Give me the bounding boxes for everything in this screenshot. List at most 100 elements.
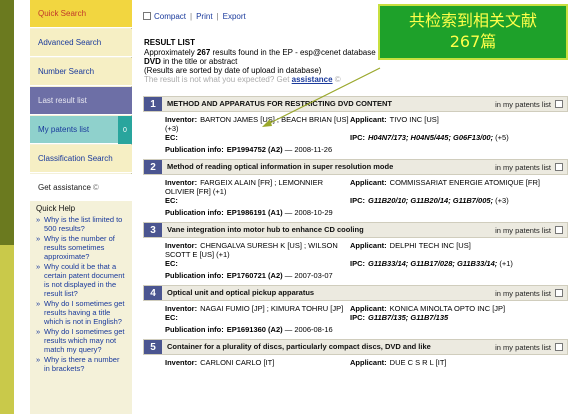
query-term: DVD: [144, 57, 161, 66]
assistance-line: The result is not what you expected? Get…: [144, 75, 341, 84]
in-my-patents-toggle[interactable]: in my patents list: [477, 223, 567, 237]
result-item: 2 Method of reading optical information …: [143, 159, 568, 219]
result-count-line: Approximately 267 results found in the E…: [144, 48, 390, 57]
result-item: 3 Vane integration into motor hub to enh…: [143, 222, 568, 282]
result-header: 3 Vane integration into motor hub to enh…: [143, 222, 568, 238]
result-number: 2: [144, 160, 162, 174]
patent-list-checkbox[interactable]: [555, 163, 563, 171]
quick-help-link[interactable]: Why do I sometimes get results having a …: [36, 299, 126, 326]
result-number: 1: [144, 97, 162, 111]
patent-list-checkbox[interactable]: [555, 289, 563, 297]
assistance-link[interactable]: assistance: [292, 75, 333, 84]
ipc-more: (+5): [495, 133, 509, 142]
result-title-link[interactable]: Container for a plurality of discs, part…: [162, 340, 477, 354]
applicant-value: COMMISSARIAT ENERGIE ATOMIQUE [FR]: [389, 178, 540, 187]
sidebar-item-label: My patents list: [38, 125, 90, 134]
inventor-value: NAGAI FUMIO [JP] ; KIMURA TOHRU [JP]: [200, 304, 344, 313]
result-header: 4 Optical unit and optical pickup appara…: [143, 285, 568, 301]
publication-number: EP1994752: [226, 145, 266, 154]
decorative-strip-lower: [0, 245, 14, 414]
publication-number: EP1691360: [226, 325, 266, 334]
quick-help-link[interactable]: Why is there a number in brackets?: [36, 355, 126, 373]
result-header: 2 Method of reading optical information …: [143, 159, 568, 175]
sidebar-item-label: Quick Search: [38, 9, 87, 18]
in-my-patents-toggle[interactable]: in my patents list: [477, 160, 567, 174]
toolbar-separator: |: [190, 11, 193, 21]
publication-info: Publication info: EP1994752 (A2) — 2008-1…: [165, 145, 333, 154]
sidebar-item-number-search[interactable]: Number Search: [30, 58, 132, 86]
result-number: 4: [144, 286, 162, 300]
publication-info: Publication info: EP1986191 (A1) — 2008-1…: [165, 208, 333, 217]
applicant-value: KONICA MINOLTA OPTO INC [JP]: [389, 304, 506, 313]
result-details: Inventor: CHENGALVA SURESH K [US] ; WILSO…: [143, 238, 568, 282]
publication-number: EP1986191: [226, 208, 266, 217]
callout-line-1: 共检索到相关文献: [408, 11, 537, 30]
sidebar-item-label: Number Search: [38, 67, 95, 76]
result-title-link[interactable]: METHOD AND APPARATUS FOR RESTRICTING DVD…: [162, 97, 477, 111]
sidebar-item-advanced-search[interactable]: Advanced Search: [30, 29, 132, 57]
publication-date: 2008-11-26: [294, 145, 333, 154]
ipc-value[interactable]: G11B33/14; G11B17/028; G11B33/14;: [368, 259, 497, 268]
result-item: 5 Container for a plurality of discs, pa…: [143, 339, 568, 369]
compact-checkbox[interactable]: [143, 12, 151, 20]
main-content: Compact | Print | Export RESULT LIST App…: [140, 0, 569, 414]
sidebar-item-label: Last result list: [38, 96, 87, 105]
quick-help-link[interactable]: Why could it be that a certain patent do…: [36, 262, 126, 298]
result-details: Inventor: CARLONI CARLO [IT] Applicant: DU…: [165, 358, 447, 367]
publication-kind: (A2): [268, 145, 283, 154]
in-my-patents-toggle[interactable]: in my patents list: [477, 340, 567, 354]
help-icon: ©: [334, 75, 341, 84]
publication-date: 2008-10-29: [294, 208, 333, 217]
publication-kind: (A1): [268, 208, 283, 217]
result-header: 5 Container for a plurality of discs, pa…: [143, 339, 568, 355]
query-line: DVD in the title or abstract: [144, 57, 238, 66]
sort-note: (Results are sorted by date of upload in…: [144, 66, 322, 75]
in-my-patents-toggle[interactable]: in my patents list: [477, 97, 567, 111]
result-item: 1 METHOD AND APPARATUS FOR RESTRICTING D…: [143, 96, 568, 156]
print-link[interactable]: Print: [196, 12, 212, 21]
patent-list-checkbox[interactable]: [555, 343, 563, 351]
page-title: RESULT LIST: [144, 38, 195, 47]
result-title-link[interactable]: Optical unit and optical pickup apparatu…: [162, 286, 477, 300]
publication-info: Publication info: EP1691360 (A2) — 2006-0…: [165, 325, 333, 334]
ipc-more: (+3): [495, 196, 509, 205]
publication-kind: (A2): [268, 271, 283, 280]
sidebar-item-classification-search[interactable]: Classification Search: [30, 145, 132, 173]
result-title-link[interactable]: Vane integration into motor hub to enhan…: [162, 223, 477, 237]
publication-number: EP1760721: [226, 271, 266, 280]
compact-link[interactable]: Compact: [154, 12, 186, 21]
toolbar: Compact | Print | Export: [143, 8, 246, 24]
callout-line-2: 267篇: [449, 32, 497, 51]
quick-help-link[interactable]: Why is the number of results sometimes a…: [36, 234, 126, 261]
ipc-value[interactable]: G11B7/135; G11B7/135: [368, 313, 448, 322]
sidebar-item-my-patents-list[interactable]: My patents list 0: [30, 116, 132, 144]
result-number: 3: [144, 223, 162, 237]
publication-kind: (A2): [268, 325, 283, 334]
decorative-strip: [0, 0, 14, 414]
result-title-link[interactable]: Method of reading optical information in…: [162, 160, 477, 174]
quick-help-link[interactable]: Why is the list limited to 500 results?: [36, 215, 126, 233]
patent-list-checkbox[interactable]: [555, 100, 563, 108]
sidebar-item-quick-search[interactable]: Quick Search: [30, 0, 132, 28]
sidebar-item-last-result-list[interactable]: Last result list: [30, 87, 132, 115]
in-my-patents-toggle[interactable]: in my patents list: [477, 286, 567, 300]
applicant-value: TIVO INC [US]: [389, 115, 439, 124]
sidebar-item-get-assistance[interactable]: Get assistance ©: [30, 174, 132, 202]
toolbar-separator: |: [216, 11, 219, 21]
ipc-value[interactable]: H04N7/173; H04N5/445; G06F13/00;: [368, 133, 493, 142]
export-link[interactable]: Export: [223, 12, 246, 21]
patent-list-checkbox[interactable]: [555, 226, 563, 234]
sidebar-item-label: Get assistance: [38, 183, 91, 192]
result-count: 267: [196, 48, 211, 57]
ipc-value[interactable]: G11B20/10; G11B20/14; G11B7/005;: [368, 196, 493, 205]
quick-help-panel: Quick Help Why is the list limited to 50…: [30, 201, 132, 414]
sidebar-item-label: Classification Search: [38, 154, 113, 163]
result-details: Inventor: FARGEIX ALAIN [FR] ; LEMONNIER …: [143, 175, 568, 219]
sidebar-item-label: Advanced Search: [38, 38, 102, 47]
result-item: 4 Optical unit and optical pickup appara…: [143, 285, 568, 336]
quick-help-link[interactable]: Why do I sometimes get results which may…: [36, 327, 126, 354]
inventor-value: CARLONI CARLO [IT]: [200, 358, 275, 367]
publication-date: 2006-08-16: [294, 325, 333, 334]
applicant-value: DELPHI TECH INC [US]: [389, 241, 471, 250]
ipc-more: (+1): [499, 259, 513, 268]
